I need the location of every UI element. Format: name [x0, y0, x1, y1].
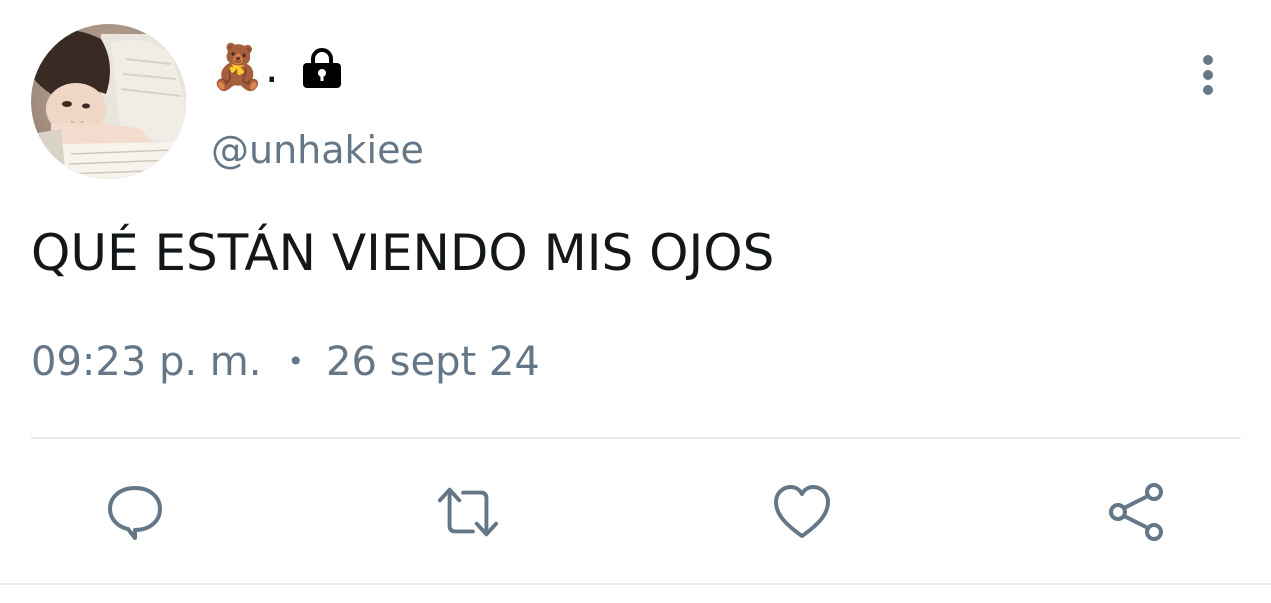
display-name-text: 🧸. [210, 42, 279, 93]
display-name[interactable]: 🧸. [210, 42, 343, 94]
user-handle[interactable]: @unhakiee [211, 126, 424, 174]
heart-icon [774, 485, 830, 538]
divider [31, 437, 1241, 439]
tweet-date: 26 sept 24 [326, 339, 540, 385]
tweet-card: 🧸. @unhakiee QUÉ ESTÁN VIENDO MIS OJOS 0… [0, 0, 1271, 603]
retweet-icon [437, 487, 499, 537]
meta-separator: • [287, 345, 305, 378]
retweet-button[interactable] [436, 480, 500, 544]
like-button[interactable] [770, 480, 834, 544]
reply-button[interactable] [103, 480, 167, 544]
share-button[interactable] [1104, 480, 1168, 544]
more-options-icon[interactable] [1188, 52, 1228, 100]
tweet-time: 09:23 p. m. [31, 339, 262, 385]
lock-icon [301, 47, 343, 89]
tweet-text: QUÉ ESTÁN VIENDO MIS OJOS [31, 224, 775, 282]
reply-icon [108, 486, 162, 540]
share-icon [1109, 483, 1163, 541]
bottom-divider [0, 583, 1271, 585]
avatar[interactable] [31, 24, 186, 179]
tweet-timestamp: 09:23 p. m. • 26 sept 24 [31, 336, 540, 388]
